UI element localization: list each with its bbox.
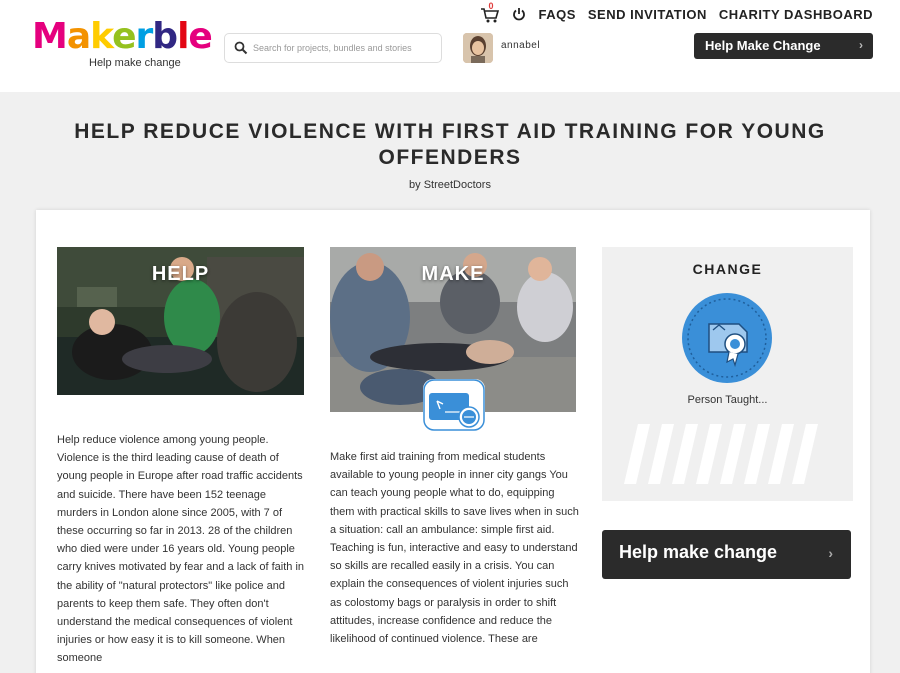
chevron-right-icon: › (859, 38, 863, 52)
logo-wordmark: Makerble (32, 16, 213, 57)
logo-letter: e (188, 16, 212, 57)
site-header: Makerble Help make change annabel 0 (0, 0, 900, 92)
logo-letter: b (152, 16, 178, 57)
nav-faqs[interactable]: FAQS (538, 7, 575, 22)
logo-letter: l (177, 16, 189, 57)
avatar-image (463, 33, 493, 63)
logo-letter: M (32, 16, 68, 57)
make-column-label: MAKE (421, 263, 485, 285)
search-box[interactable] (224, 33, 442, 63)
logo-letter: a (66, 16, 91, 57)
logo-letter: r (135, 16, 154, 57)
help-make-change-header-button[interactable]: Help Make Change › (694, 33, 873, 59)
change-panel: CHANGE Person Taught... (602, 247, 853, 501)
help-photo: HELP (57, 247, 304, 395)
make-column-text: Make first aid training from medical stu… (330, 451, 579, 646)
cart-icon[interactable]: 0 (480, 1, 500, 24)
help-column-text: Help reduce violence among young people.… (57, 434, 305, 665)
chevron-right-icon: › (828, 545, 833, 561)
help-column-label: HELP (151, 263, 210, 285)
project-title: HELP REDUCE VIOLENCE WITH FIRST AID TRAI… (74, 120, 826, 169)
training-card-icon (423, 379, 485, 431)
progress-stripes (624, 424, 818, 484)
logo-tagline: Help make change (89, 57, 181, 69)
nav-send-invitation[interactable]: SEND INVITATION (588, 7, 707, 22)
cart-count-badge: 0 (488, 1, 494, 11)
avatar[interactable] (463, 33, 493, 63)
help-make-change-label: Help make change (619, 542, 778, 562)
username[interactable]: annabel (501, 40, 540, 51)
help-make-change-header-label: Help Make Change (705, 38, 821, 53)
logo-letter: k (90, 16, 113, 57)
top-nav: 0 FAQS SEND INVITATION CHARITY DASHBOARD (480, 1, 873, 24)
nav-charity-dashboard[interactable]: CHARITY DASHBOARD (719, 7, 873, 22)
makerble-logo[interactable]: Makerble Help make change (32, 16, 213, 70)
project-byline[interactable]: by StreetDoctors (0, 179, 900, 191)
search-icon (234, 41, 248, 55)
make-badge (423, 379, 485, 431)
logout-power-icon[interactable] (512, 7, 526, 21)
search-input[interactable] (253, 39, 437, 57)
certificate-icon (682, 293, 772, 383)
change-column-title: CHANGE (692, 261, 763, 277)
change-caption: Person Taught... (687, 394, 768, 406)
help-make-change-button[interactable]: Help make change › (602, 530, 851, 579)
logo-letter: e (112, 16, 136, 57)
